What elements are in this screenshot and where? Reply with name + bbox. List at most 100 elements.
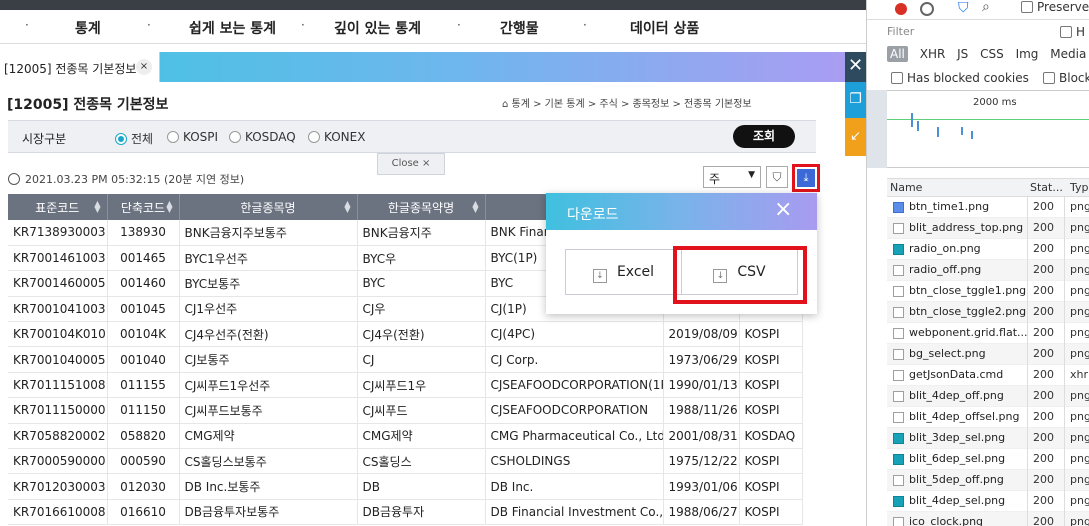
col-name[interactable]: Name: [890, 181, 922, 194]
radio-konex[interactable]: KONEX: [308, 130, 365, 144]
network-request-row[interactable]: blit_4dep_offsel.png 200 png: [887, 407, 1089, 428]
radio-on-icon: [115, 133, 127, 145]
column-header[interactable]: 표준코드 ▲ ▼: [8, 194, 108, 220]
table-cell: 016610: [107, 499, 180, 526]
preserve-log-checkbox[interactable]: Preserve: [1021, 0, 1089, 14]
type-all[interactable]: All: [887, 46, 908, 62]
column-divider: [1027, 365, 1028, 386]
column-divider: [1027, 260, 1028, 281]
table-cell: 1993/01/06: [663, 473, 740, 500]
network-request-row[interactable]: radio_off.png 200 png: [887, 260, 1089, 281]
type-media[interactable]: Media: [1050, 47, 1086, 61]
table-cell: BYC1우선주: [179, 245, 358, 272]
table-cell: KR7058820002: [8, 423, 108, 450]
network-request-row[interactable]: radio_on.png 200 png: [887, 239, 1089, 260]
column-header[interactable]: 한글종목약명 ▲ ▼: [357, 194, 486, 220]
table-cell: KR7001041003: [8, 296, 108, 323]
table-row[interactable]: KR700104K010 00104K CJ4우선주(전환) CJ4우(전환) CJ(4…: [8, 321, 803, 348]
timeline-line: [887, 119, 1089, 120]
table-row[interactable]: KR7011151008 011155 CJ씨푸드1우선주 CJ씨푸드1우 CJSEAF…: [8, 372, 803, 399]
search-icon[interactable]: ⌕: [982, 0, 990, 15]
request-name: blit_5dep_off.png: [909, 473, 1004, 486]
file-icon: [893, 202, 904, 213]
sort-icon[interactable]: ▲▼: [94, 200, 100, 214]
table-row[interactable]: KR7012030003 012030 DB Inc.보통주 DB DB Inc. 199…: [8, 473, 803, 500]
column-divider: [1027, 491, 1028, 512]
column-header[interactable]: 단축코드 ▲ ▼: [107, 194, 180, 220]
menu-item-deep-stats[interactable]: 깊이 있는 통계: [334, 18, 421, 38]
sort-icon[interactable]: ▲▼: [472, 200, 478, 214]
hide-data-urls-checkbox[interactable]: H: [1060, 25, 1085, 39]
excel-download-button[interactable]: ↓ Excel: [565, 249, 682, 295]
popup-close-icon[interactable]: ×: [774, 198, 792, 222]
side-close-icon[interactable]: ✕: [845, 52, 866, 82]
search-button[interactable]: 조회: [733, 125, 795, 148]
table-cell: KOSPI: [739, 372, 803, 399]
side-arrow-icon[interactable]: ↙: [845, 118, 866, 156]
table-row[interactable]: KR7016610008 016610 DB금융투자보통주 DB금융투자 DB Fina…: [8, 499, 803, 526]
request-type: png: [1070, 221, 1089, 234]
request-status: 200: [1033, 452, 1054, 465]
blocked-checkbox[interactable]: Blocked: [1043, 71, 1089, 85]
home-icon[interactable]: ⌂: [502, 99, 512, 110]
type-css[interactable]: CSS: [980, 47, 1004, 61]
period-select[interactable]: 주 ▼: [703, 166, 761, 188]
network-request-row[interactable]: btn_close_tggle2.png 200 png: [887, 302, 1089, 323]
clear-icon[interactable]: [920, 2, 934, 16]
network-request-row[interactable]: blit_6dep_sel.png 200 png: [887, 449, 1089, 470]
network-overview[interactable]: 2000 ms: [887, 90, 1089, 168]
type-img[interactable]: Img: [1016, 47, 1039, 61]
network-request-row[interactable]: blit_4dep_sel.png 200 png: [887, 491, 1089, 512]
sort-icon[interactable]: ▲▼: [344, 200, 350, 214]
request-status: 200: [1033, 221, 1054, 234]
type-xhr[interactable]: XHR: [920, 47, 946, 61]
blocked-cookies-checkbox[interactable]: Has blocked cookies: [891, 71, 1029, 85]
col-status[interactable]: Stat...: [1030, 181, 1063, 194]
network-request-row[interactable]: bg_select.png 200 png: [887, 344, 1089, 365]
network-request-row[interactable]: blit_4dep_off.png 200 png: [887, 386, 1089, 407]
type-js[interactable]: JS: [957, 47, 968, 61]
close-filter-button[interactable]: Close ×: [377, 153, 445, 175]
col-type[interactable]: Typ: [1070, 181, 1089, 194]
network-request-row[interactable]: blit_5dep_off.png 200 png: [887, 470, 1089, 491]
table-cell: 001045: [107, 296, 180, 323]
sort-icon[interactable]: ▲▼: [166, 200, 172, 214]
table-cell: DB금융투자: [357, 499, 486, 526]
network-request-row[interactable]: getJsonData.cmd 200 xhr: [887, 365, 1089, 386]
menu-item-easy-stats[interactable]: 쉽게 보는 통계: [189, 18, 276, 38]
table-cell: 00104K: [107, 321, 180, 348]
table-row[interactable]: KR7000590000 000590 CS홀딩스보통주 CS홀딩스 CSHOLDING…: [8, 448, 803, 475]
devtools-filter-input[interactable]: Filter: [887, 25, 1047, 41]
network-request-row[interactable]: blit_3dep_sel.png 200 png: [887, 428, 1089, 449]
radio-all[interactable]: 전체: [115, 130, 153, 147]
record-icon[interactable]: [895, 3, 907, 15]
network-request-row[interactable]: blit_address_top.png 200 png: [887, 218, 1089, 239]
filter-icon[interactable]: ⛉: [766, 166, 788, 188]
network-request-row[interactable]: ico_clock.png 200 png: [887, 512, 1089, 526]
network-request-row[interactable]: webponent.grid.flat... 200 png: [887, 323, 1089, 344]
menu-item-publications[interactable]: 간행물: [500, 18, 539, 38]
download-button[interactable]: ⤓: [792, 164, 820, 192]
table-row[interactable]: KR7011150000 011150 CJ씨푸드보통주 CJ씨푸드 CJSEAFOOD…: [8, 397, 803, 424]
table-row[interactable]: KR7001040005 001040 CJ보통주 CJ CJ Corp. 1973/06…: [8, 346, 803, 373]
network-request-row[interactable]: btn_time1.png 200 png: [887, 197, 1089, 218]
menu-item-data-products[interactable]: 데이터 상품: [630, 18, 699, 38]
filter-funnel-icon[interactable]: ⛉: [958, 0, 969, 16]
table-row[interactable]: KR7058820002 058820 CMG제약 CMG제약 CMG Pharmace…: [8, 423, 803, 450]
radio-kosdaq[interactable]: KOSDAQ: [229, 130, 296, 144]
menu-item-stats[interactable]: 통계: [75, 18, 101, 38]
column-divider: [1027, 239, 1028, 260]
column-header[interactable]: 한글종목명 ▲ ▼: [179, 194, 358, 220]
radio-kospi[interactable]: KOSPI: [167, 130, 218, 144]
request-type: png: [1070, 347, 1089, 360]
timeline-bar: [971, 131, 973, 139]
table-cell: DB: [357, 473, 486, 500]
request-name: btn_close_tggle1.png: [909, 284, 1027, 297]
side-copy-icon[interactable]: ❐: [845, 82, 866, 118]
network-request-row[interactable]: btn_close_tggle1.png 200 png: [887, 281, 1089, 302]
timeline-bar: [911, 113, 913, 127]
tab-12005[interactable]: [12005] 전종목 기본정보 ×: [0, 52, 160, 82]
tab-close-icon[interactable]: ×: [136, 59, 152, 75]
devtools-left-shade: [867, 90, 887, 168]
table-cell: 001465: [107, 245, 180, 272]
